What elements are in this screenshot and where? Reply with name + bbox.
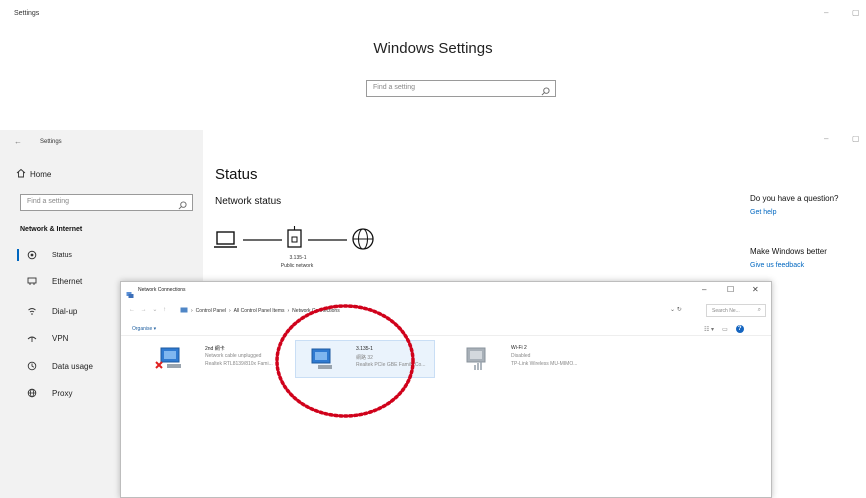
- preview-pane-icon[interactable]: ▭: [722, 326, 728, 333]
- view-options-icon[interactable]: ☷ ▾: [704, 326, 714, 333]
- maximize-button[interactable]: ▢: [852, 8, 860, 17]
- search-icon: ⌕: [757, 307, 761, 313]
- adapter-name: 2nd 網卡: [205, 346, 225, 352]
- command-bar: Organise ▾ ☷ ▾ ▭ ?: [121, 323, 771, 336]
- proxy-icon: [24, 388, 40, 398]
- sidebar-item-label: Status: [52, 251, 72, 259]
- adapter-2nd-nic[interactable]: 2nd 網卡 Network cable unplugged Realtek R…: [145, 340, 285, 378]
- page-title: Status: [215, 166, 258, 183]
- home-icon: [16, 168, 30, 180]
- settings-window-controls: – ▢: [816, 134, 866, 146]
- settings-titlebar: ← Settings: [0, 130, 203, 152]
- maximize-button[interactable]: ▢: [852, 134, 860, 143]
- sidebar-item-label: Dial-up: [52, 306, 78, 316]
- breadcrumb-separator: ›: [287, 308, 290, 314]
- adapter-status: Disabled: [511, 353, 531, 359]
- sidebar-home-label: Home: [30, 169, 52, 179]
- breadcrumb-item[interactable]: All Control Panel Items: [234, 308, 285, 314]
- network-connections-titlebar[interactable]: Network Connections – ☐ ✕: [121, 282, 771, 298]
- network-connections-title: Network Connections: [138, 287, 186, 293]
- vpn-icon: [24, 333, 40, 343]
- help-icon[interactable]: ?: [735, 325, 744, 333]
- dialup-icon: [24, 306, 40, 316]
- router-icon: [287, 226, 302, 248]
- minimize-button[interactable]: –: [824, 134, 828, 143]
- settings-window-title: Settings: [40, 139, 62, 145]
- adapter-3135-1[interactable]: 3.135-1 網路 32 Realtek PCIe GBE Family Co…: [295, 340, 435, 378]
- search-icon: [541, 83, 550, 101]
- adapter-name: 3.135-1: [356, 346, 373, 352]
- sidebar-search-input[interactable]: Find a setting: [20, 194, 193, 211]
- active-indicator: [17, 249, 19, 261]
- network-connections-window: Network Connections – ☐ ✕ ← → ⌄ ↑ › Cont…: [120, 281, 772, 498]
- sidebar-item-label: Data usage: [52, 361, 93, 371]
- close-button[interactable]: ✕: [752, 285, 759, 294]
- navigation-buttons[interactable]: ← → ⌄ ↑: [129, 306, 168, 313]
- sidebar-home[interactable]: Home: [16, 167, 51, 181]
- adapter-device: Realtek RTL8139/810x Fami...: [205, 361, 273, 367]
- top-search-box[interactable]: Find a setting: [366, 80, 556, 97]
- top-window-title: Settings: [14, 10, 40, 17]
- feedback-heading: Make Windows better: [750, 247, 827, 256]
- status-icon: [24, 250, 40, 260]
- sidebar-item-label: VPN: [52, 333, 69, 343]
- get-help-link[interactable]: Get help: [750, 209, 776, 216]
- view-tools: ☷ ▾ ▭ ?: [704, 324, 744, 334]
- sidebar-search-placeholder: Find a setting: [27, 198, 70, 205]
- ethernet-icon: [24, 276, 40, 286]
- minimize-button[interactable]: –: [824, 8, 828, 17]
- sidebar-item-label: Ethernet: [52, 276, 83, 286]
- adapter-wifi-2[interactable]: Wi-Fi 2 Disabled TP-Link Wireless MU-MIM…: [451, 340, 591, 378]
- adapter-status: Network cable unplugged: [205, 353, 262, 359]
- laptop-icon: [214, 231, 237, 248]
- adapter-name: Wi-Fi 2: [511, 345, 527, 351]
- top-window-controls: – ▢: [816, 8, 866, 20]
- adapter-device: Realtek PCIe GBE Family Co...: [356, 362, 426, 368]
- refresh-icon[interactable]: ⌄ ↻: [670, 306, 682, 313]
- back-arrow-icon[interactable]: ←: [14, 137, 22, 146]
- breadcrumb-separator: ›: [228, 308, 231, 314]
- address-bar: ← → ⌄ ↑ › Control Panel › All Control Pa…: [121, 300, 771, 322]
- network-search-placeholder: Search Ne...: [712, 308, 740, 314]
- maximize-button[interactable]: ☐: [727, 285, 734, 294]
- breadcrumb-item[interactable]: Control Panel: [196, 308, 226, 314]
- network-adapter-icon: [311, 348, 332, 369]
- network-status-heading: Network status: [215, 196, 282, 207]
- feedback-link[interactable]: Give us feedback: [750, 262, 804, 269]
- search-icon: [178, 197, 187, 215]
- windows-settings-heading: Windows Settings: [373, 40, 493, 57]
- adapter-device: TP-Link Wireless MU-MIMO...: [511, 361, 578, 367]
- top-search-placeholder: Find a setting: [373, 84, 416, 91]
- breadcrumb-item[interactable]: Network Connections: [292, 308, 340, 314]
- question-heading: Do you have a question?: [750, 194, 839, 203]
- control-panel-icon: [180, 306, 188, 316]
- sidebar-item-label: Proxy: [52, 388, 73, 398]
- minimize-button[interactable]: –: [702, 285, 706, 294]
- organise-button[interactable]: Organise ▾: [132, 326, 156, 332]
- breadcrumb[interactable]: › Control Panel › All Control Panel Item…: [180, 306, 340, 316]
- globe-icon: [352, 228, 374, 250]
- breadcrumb-separator: ›: [191, 308, 193, 314]
- sidebar-section-heading: Network & Internet: [20, 226, 83, 233]
- network-adapter-icon: [155, 347, 181, 369]
- network-type: Public network: [280, 263, 314, 269]
- wifi-adapter-icon: [466, 347, 486, 370]
- sidebar-item-status[interactable]: Status: [0, 245, 203, 265]
- adapter-status: 網路 32: [356, 355, 373, 361]
- network-name: 3.135-1: [289, 255, 307, 261]
- data-usage-icon: [24, 361, 40, 371]
- network-search-input[interactable]: Search Ne... ⌕: [706, 304, 766, 317]
